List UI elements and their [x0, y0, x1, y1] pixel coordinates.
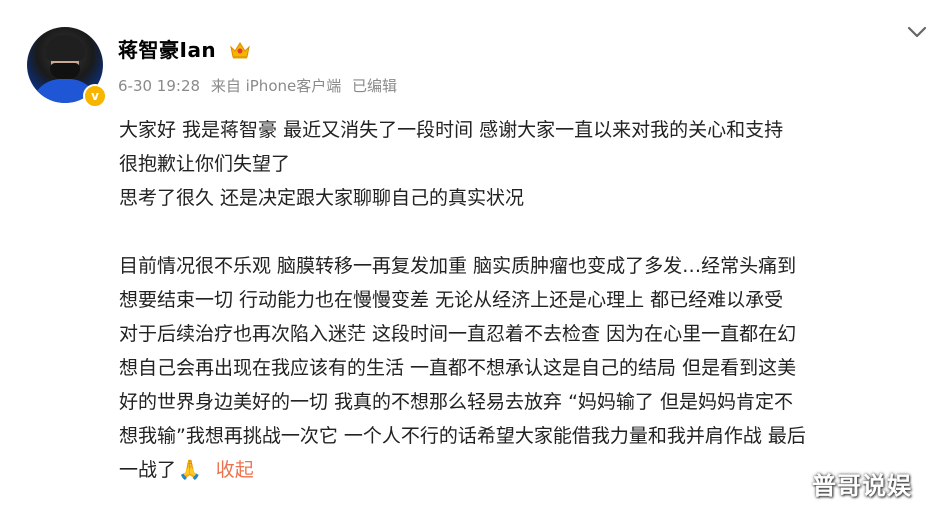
collapse-link[interactable]: 收起	[216, 459, 254, 481]
edited-label[interactable]: 已编辑	[352, 77, 397, 95]
watermark: 普哥说娱	[812, 472, 912, 500]
post-blank-line	[119, 215, 919, 249]
post-line: 想自己会再出现在我应该有的生活 一直都不想承认这是自己的结局 但是看到这美	[119, 357, 797, 379]
crown-icon	[230, 42, 250, 59]
post-line: 很抱歉让你们失望了	[119, 153, 291, 175]
post-line: 想我输”我想再挑战一次它 一个人不行的话希望大家能借我力量和我并肩作战 最后	[119, 425, 806, 447]
avatar-mask	[50, 63, 80, 79]
post-timestamp[interactable]: 6-30 19:28	[118, 77, 200, 95]
post-line: 想要结束一切 行动能力也在慢慢变差 无论从经济上还是心理上 都已经难以承受	[119, 289, 784, 311]
username[interactable]: 蒋智豪Ian	[118, 36, 216, 64]
post-line: 目前情况很不乐观 脑膜转移一再复发加重 脑实质肿瘤也变成了多发…经常头痛到	[119, 255, 797, 277]
avatar-hair	[45, 35, 85, 61]
praying-hands-icon: 🙏	[178, 459, 202, 481]
post-source: 来自 iPhone客户端	[210, 77, 342, 95]
verified-badge-icon: v	[83, 84, 107, 108]
post-line: 大家好 我是蒋智豪 最近又消失了一段时间 感谢大家一直以来对我的关心和支持	[119, 119, 784, 141]
weibo-post-card: v 蒋智豪Ian 6-30 19:28 来自 iPhone客户端 已编辑 大家好…	[0, 0, 946, 516]
post-line: 对于后续治疗也再次陷入迷茫 这段时间一直忍着不去检查 因为在心里一直都在幻	[119, 323, 797, 345]
chevron-down-icon[interactable]	[906, 24, 928, 40]
post-line: 思考了很久 还是决定跟大家聊聊自己的真实状况	[119, 187, 525, 209]
post-last-line: 一战了 🙏 收起	[119, 453, 919, 487]
post-line-end: 一战了	[119, 459, 177, 481]
post-body: 大家好 我是蒋智豪 最近又消失了一段时间 感谢大家一直以来对我的关心和支持 很抱…	[119, 113, 919, 487]
post-meta: 6-30 19:28 来自 iPhone客户端 已编辑	[118, 75, 397, 97]
post-line: 好的世界身边美好的一切 我真的不想那么轻易去放弃 “妈妈输了 但是妈妈肯定不	[119, 391, 793, 413]
